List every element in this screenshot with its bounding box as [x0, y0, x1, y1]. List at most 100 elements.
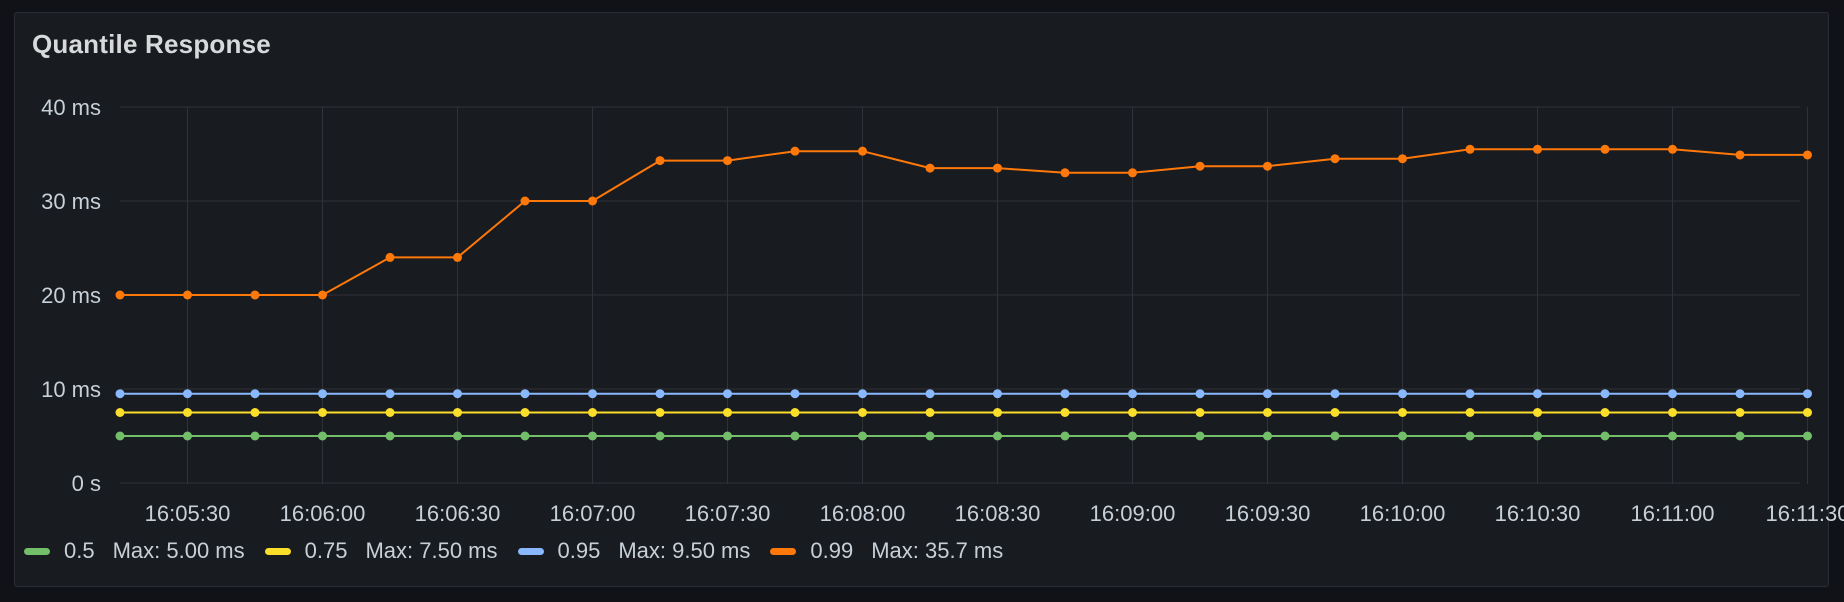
data-point[interactable]	[1668, 408, 1677, 417]
data-point[interactable]	[1465, 431, 1475, 441]
data-point[interactable]	[1803, 431, 1812, 441]
data-point[interactable]	[588, 431, 597, 441]
data-point[interactable]	[1735, 150, 1745, 160]
data-point[interactable]	[520, 431, 530, 441]
data-point[interactable]	[318, 431, 327, 441]
legend-item[interactable]: 0.5 Max: 5.00 ms	[24, 538, 245, 564]
data-point[interactable]	[385, 408, 395, 417]
data-point[interactable]	[588, 408, 597, 417]
data-point[interactable]	[655, 431, 665, 441]
data-point[interactable]	[1398, 389, 1407, 399]
data-point[interactable]	[993, 408, 1002, 417]
data-point[interactable]	[655, 389, 665, 399]
data-point[interactable]	[1263, 431, 1272, 441]
data-point[interactable]	[453, 389, 462, 399]
data-point[interactable]	[183, 290, 192, 300]
data-point[interactable]	[250, 408, 260, 417]
data-point[interactable]	[1465, 144, 1475, 154]
data-point[interactable]	[925, 389, 935, 399]
data-point[interactable]	[1465, 408, 1475, 417]
data-point[interactable]	[925, 163, 935, 173]
data-point[interactable]	[1735, 389, 1745, 399]
data-point[interactable]	[723, 156, 732, 166]
data-point[interactable]	[790, 408, 800, 417]
data-point[interactable]	[453, 252, 462, 262]
data-point[interactable]	[858, 431, 867, 441]
data-point[interactable]	[1533, 389, 1542, 399]
data-point[interactable]	[790, 389, 800, 399]
data-point[interactable]	[1263, 408, 1272, 417]
data-point[interactable]	[858, 389, 867, 399]
data-point[interactable]	[993, 163, 1002, 173]
data-point[interactable]	[1533, 144, 1542, 154]
data-point[interactable]	[1398, 408, 1407, 417]
data-point[interactable]	[790, 431, 800, 441]
data-point[interactable]	[1263, 389, 1272, 399]
data-point[interactable]	[250, 431, 260, 441]
data-point[interactable]	[858, 146, 867, 156]
data-point[interactable]	[115, 389, 125, 399]
data-point[interactable]	[1060, 431, 1070, 441]
data-point[interactable]	[1803, 389, 1812, 399]
data-point[interactable]	[318, 408, 327, 417]
data-point[interactable]	[1128, 408, 1137, 417]
data-point[interactable]	[1600, 144, 1610, 154]
legend-item[interactable]: 0.99 Max: 35.7 ms	[770, 538, 1003, 564]
data-point[interactable]	[115, 290, 125, 300]
data-point[interactable]	[115, 408, 125, 417]
data-point[interactable]	[790, 146, 800, 156]
data-point[interactable]	[1060, 168, 1070, 178]
data-point[interactable]	[1195, 161, 1205, 171]
data-point[interactable]	[1735, 408, 1745, 417]
data-point[interactable]	[453, 431, 462, 441]
data-point[interactable]	[925, 408, 935, 417]
data-point[interactable]	[993, 389, 1002, 399]
data-point[interactable]	[723, 389, 732, 399]
data-point[interactable]	[318, 290, 327, 300]
data-point[interactable]	[183, 431, 192, 441]
data-point[interactable]	[1600, 389, 1610, 399]
data-point[interactable]	[520, 408, 530, 417]
data-point[interactable]	[385, 389, 395, 399]
legend-item[interactable]: 0.75 Max: 7.50 ms	[264, 538, 498, 564]
data-point[interactable]	[1195, 431, 1205, 441]
data-point[interactable]	[1263, 161, 1272, 171]
data-point[interactable]	[1330, 154, 1340, 164]
data-point[interactable]	[1803, 408, 1812, 417]
legend-item[interactable]: 0.95 Max: 9.50 ms	[517, 538, 750, 564]
data-point[interactable]	[993, 431, 1002, 441]
data-point[interactable]	[588, 196, 597, 206]
data-point[interactable]	[1330, 389, 1340, 399]
data-point[interactable]	[1600, 408, 1610, 417]
data-point[interactable]	[1128, 389, 1137, 399]
data-point[interactable]	[1668, 431, 1677, 441]
data-point[interactable]	[1735, 431, 1745, 441]
data-point[interactable]	[1398, 431, 1407, 441]
data-point[interactable]	[520, 389, 530, 399]
data-point[interactable]	[520, 196, 530, 206]
data-point[interactable]	[723, 431, 732, 441]
data-point[interactable]	[1060, 408, 1070, 417]
data-point[interactable]	[453, 408, 462, 417]
data-point[interactable]	[1668, 144, 1677, 154]
data-point[interactable]	[925, 431, 935, 441]
data-point[interactable]	[723, 408, 732, 417]
data-point[interactable]	[1128, 431, 1137, 441]
data-point[interactable]	[1803, 150, 1812, 160]
data-point[interactable]	[1330, 431, 1340, 441]
data-point[interactable]	[1195, 389, 1205, 399]
data-point[interactable]	[250, 290, 260, 300]
data-point[interactable]	[1600, 431, 1610, 441]
data-point[interactable]	[385, 252, 395, 262]
data-point[interactable]	[655, 156, 665, 166]
data-point[interactable]	[1465, 389, 1475, 399]
data-point[interactable]	[1668, 389, 1677, 399]
data-point[interactable]	[655, 408, 665, 417]
data-point[interactable]	[183, 389, 192, 399]
data-point[interactable]	[1533, 408, 1542, 417]
data-point[interactable]	[115, 431, 125, 441]
data-point[interactable]	[1533, 431, 1542, 441]
data-point[interactable]	[1128, 168, 1137, 178]
data-point[interactable]	[1330, 408, 1340, 417]
data-point[interactable]	[858, 408, 867, 417]
